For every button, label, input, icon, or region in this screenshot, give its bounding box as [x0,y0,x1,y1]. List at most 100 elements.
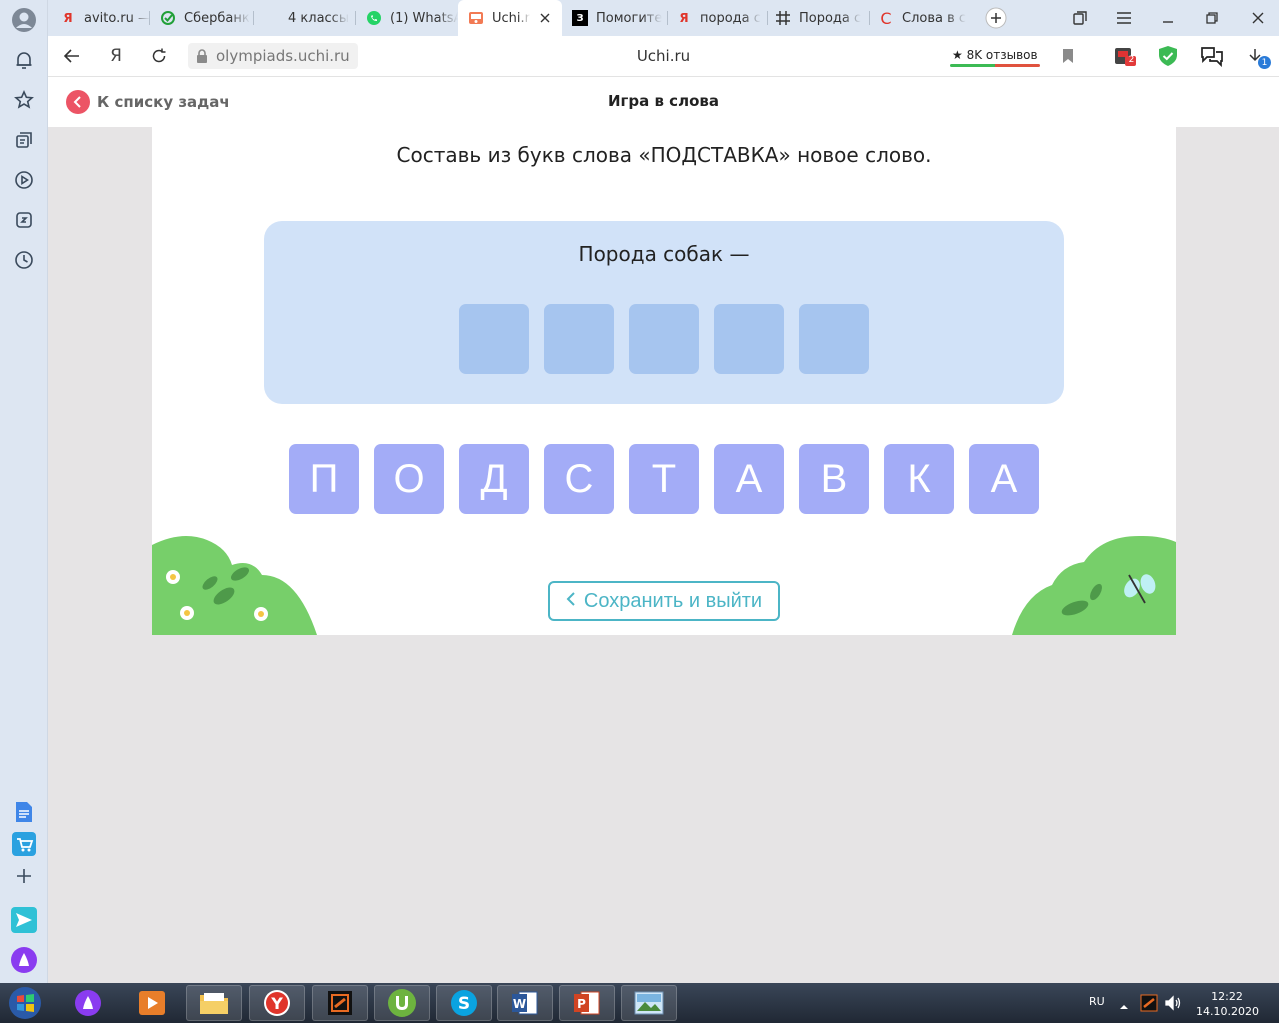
answer-panel: Порода собак — [264,221,1064,404]
sber-icon [160,10,176,26]
answer-slot[interactable] [544,304,614,374]
tab-poroda-yandex[interactable]: Я порода с [676,0,768,36]
svg-text:Y: Y [270,994,283,1013]
restore-window-icon[interactable] [1200,6,1224,30]
letter-tile[interactable]: Т [629,444,699,514]
new-tab-plus-icon[interactable] [984,6,1008,30]
extension-icon[interactable]: 2 [1113,44,1137,68]
tab-strip: Я avito.ru — Сбербанк 4 классы (1) Whats… [48,0,1279,36]
reviews-badge[interactable]: ★ 8K отзывов [948,43,1042,67]
messenger-icon[interactable] [10,906,38,934]
tab-slova[interactable]: C Слова в с [878,0,970,36]
chat-feedback-icon[interactable] [1200,44,1224,68]
menu-hamburger-icon[interactable] [1112,6,1136,30]
address-bar[interactable]: olympiads.uchi.ru [188,43,358,69]
zen-icon[interactable] [10,206,38,234]
reload-icon[interactable] [147,44,171,68]
taskbar-explorer-folder-icon[interactable] [186,985,242,1021]
keyboard-language[interactable]: RU [1089,995,1105,1008]
letter-tile[interactable]: К [884,444,954,514]
tab-uchi-active[interactable]: Uchi.ru [458,0,562,36]
letter-tile[interactable]: П [289,444,359,514]
start-button-windows-icon[interactable] [0,985,50,1021]
answer-slot[interactable] [629,304,699,374]
minimize-icon[interactable] [1156,6,1180,30]
taskbar-alice-icon[interactable] [60,985,116,1021]
yandex-home-icon[interactable]: Я [104,44,128,68]
taskbar-word-icon[interactable]: W [497,985,553,1021]
answer-slot[interactable] [459,304,529,374]
tray-expand-arrow-icon[interactable] [1119,997,1129,1016]
znanija-icon: З [572,10,588,26]
whatsapp-icon [366,10,382,26]
protect-shield-icon[interactable] [1156,44,1180,68]
back-arrow-icon[interactable] [60,44,84,68]
tab-divider [767,11,768,25]
tray-app-icon[interactable] [1140,994,1158,1016]
answer-slot[interactable] [714,304,784,374]
tab-title: Порода с [799,10,862,26]
svg-text:P: P [577,997,586,1011]
taskbar-skype-icon[interactable]: S [436,985,492,1021]
lock-icon [196,49,208,63]
yandex-icon: Я [679,11,689,25]
profile-icon[interactable] [10,6,38,34]
close-tab-icon[interactable] [537,10,553,26]
uchi-icon [468,10,484,26]
letter-tile[interactable]: А [714,444,784,514]
bookmark-flag-icon[interactable] [1056,44,1080,68]
tab-divider [253,11,254,25]
system-clock[interactable]: 12:22 14.10.2020 [1196,989,1259,1019]
history-clock-icon[interactable] [10,246,38,274]
tab-znanija[interactable]: З Помогите [572,0,668,36]
browser-toolbar: Я olympiads.uchi.ru Uchi.ru ★ 8K отзывов… [48,36,1279,77]
tab-4-klassy[interactable]: 4 классы [264,0,354,36]
letter-tile[interactable]: Д [459,444,529,514]
letter-tile[interactable]: А [969,444,1039,514]
close-window-icon[interactable] [1246,6,1270,30]
tab-title: Сбербанк [184,10,250,26]
add-panel-plus-icon[interactable] [10,862,38,890]
flower-icon [180,606,194,620]
answer-slot[interactable] [799,304,869,374]
taskbar-game-app-icon[interactable] [312,985,368,1021]
yandex-icon: Я [63,11,73,25]
taskbar-powerpoint-icon[interactable]: P [559,985,615,1021]
save-and-exit-button[interactable]: Сохранить и выйти [548,581,780,621]
video-play-icon[interactable] [10,166,38,194]
tab-title: avito.ru — [84,10,150,26]
tab-title: порода с [700,10,761,26]
svg-text:S: S [458,994,470,1014]
page-title: Игра в слова [608,92,719,110]
back-to-tasks-link[interactable]: К списку задач [66,89,230,115]
taskbar-media-player-icon[interactable] [124,985,180,1021]
reviews-text: ★ 8K отзывов [952,48,1038,62]
tab-title: Слова в с [902,10,967,26]
letter-tile[interactable]: О [374,444,444,514]
tab-poroda-grid[interactable]: Порода с [775,0,867,36]
tab-sberbank[interactable]: Сбербанк [160,0,252,36]
tab-divider [355,11,356,25]
taskbar-utorrent-icon[interactable] [374,985,430,1021]
letter-tile[interactable]: В [799,444,869,514]
volume-speaker-icon[interactable] [1164,995,1182,1015]
taskbar-photo-viewer-icon[interactable] [621,985,677,1021]
letter-tile[interactable]: С [544,444,614,514]
tab-divider [149,11,150,25]
downloads-count-badge: 1 [1258,56,1271,69]
svg-text:W: W [513,997,526,1011]
flower-icon [254,607,268,621]
tab-avito[interactable]: Я avito.ru — [60,0,150,36]
taskbar-yandex-browser-icon[interactable]: Y [249,985,305,1021]
tab-groups-icon[interactable] [1068,6,1092,30]
notifications-bell-icon[interactable] [10,46,38,74]
docs-icon[interactable] [10,798,38,826]
bookmarks-star-icon[interactable] [10,86,38,114]
collections-icon[interactable] [10,126,38,154]
market-cart-icon[interactable] [10,830,38,858]
downloads-icon[interactable]: 1 [1244,44,1271,69]
tab-title: (1) WhatsApp [390,10,458,26]
c-icon: C [880,8,892,28]
alice-assistant-icon[interactable] [10,946,38,974]
tab-whatsapp[interactable]: (1) WhatsApp [366,0,458,36]
